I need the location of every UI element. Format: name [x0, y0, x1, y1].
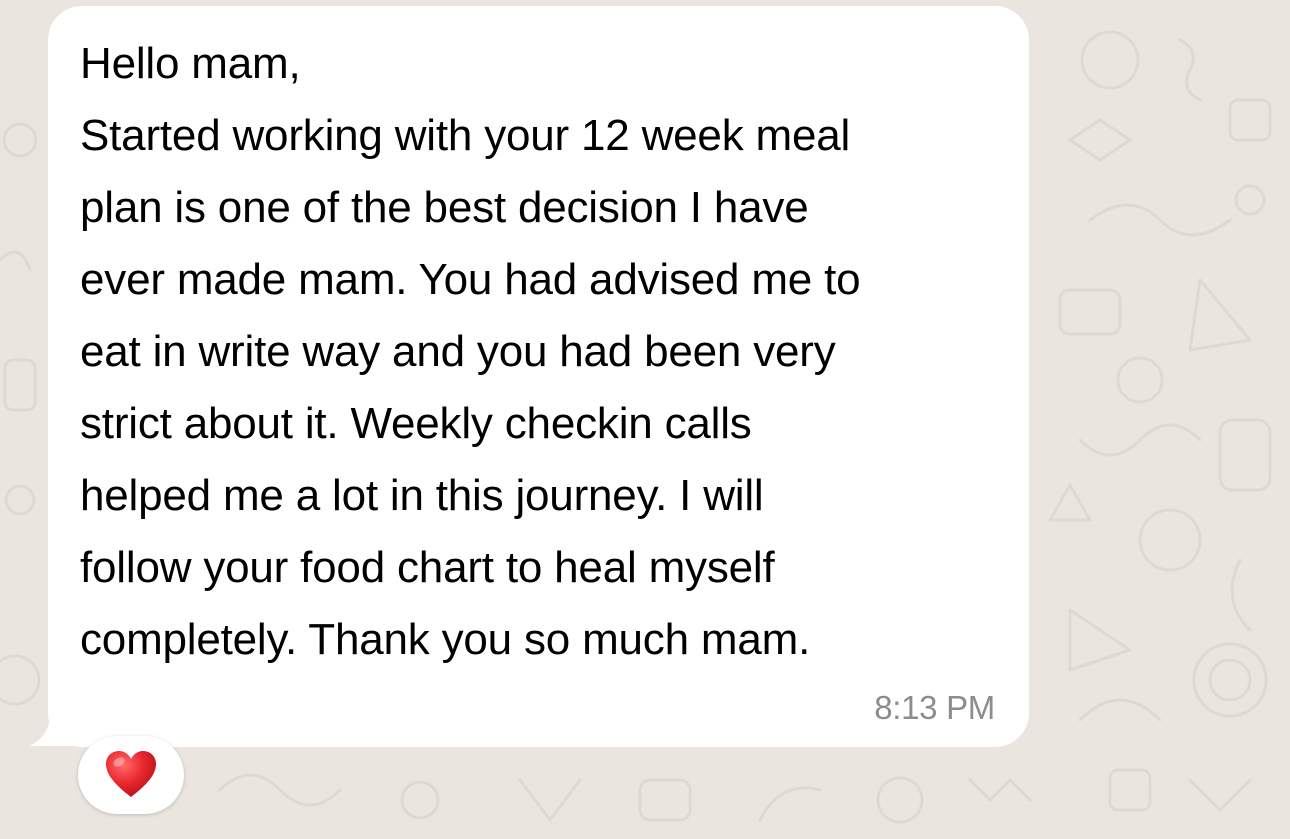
message-line: completely. Thank you so much mam.	[80, 615, 811, 664]
message-line: strict about it. Weekly checkin calls	[80, 399, 752, 448]
message-line: helped me a lot in this journey. I will	[80, 471, 764, 520]
reaction-badge[interactable]	[78, 736, 184, 814]
message-line: Started working with your 12 week meal	[80, 111, 851, 160]
message-line: plan is one of the best decision I have	[80, 183, 809, 232]
message-timestamp: 8:13 PM	[874, 689, 995, 726]
message-line: eat in write way and you had been very	[80, 327, 836, 376]
red-heart-icon	[106, 751, 156, 797]
message-line: ever made mam. You had advised me to	[80, 255, 861, 304]
message-line: Hello mam,	[80, 39, 301, 88]
message-text: Hello mam, Started working with your 12 …	[80, 28, 1010, 676]
message-line: follow your food chart to heal myself	[80, 543, 775, 592]
message-bubble[interactable]: Hello mam, Started working with your 12 …	[48, 6, 1029, 747]
